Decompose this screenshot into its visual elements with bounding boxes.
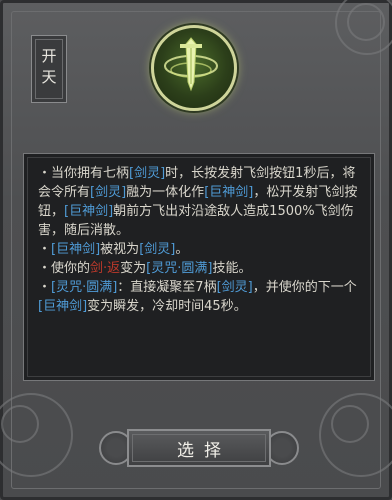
description-paragraph-2: ・[巨神剑]被视为[剑灵]。 — [38, 242, 189, 257]
keyword-sword-return: 剑·返 — [90, 261, 121, 276]
skill-description-box: ・当你拥有七柄[剑灵]时，长按发射飞剑按钮1秒后，将会令所有[剑灵]融为一体化作… — [23, 153, 375, 381]
description-paragraph-4: ・[灵咒·圆满]：直接凝聚至7柄[剑灵]，并使你的下一个[巨神剑]变为瞬发，冷却… — [38, 280, 357, 314]
keyword-spell-perfect: [灵咒·圆满] — [51, 280, 118, 295]
sword-emblem-icon — [151, 25, 237, 111]
description-paragraph-3: ・使你的剑·返变为[灵咒·圆满]技能。 — [38, 261, 252, 276]
description-paragraph-1: ・当你拥有七柄[剑灵]时，长按发射飞剑按钮1秒后，将会令所有[剑灵]融为一体化作… — [38, 166, 358, 238]
keyword-giant-sword: [巨神剑] — [64, 204, 114, 219]
select-button-label: 选择 — [177, 440, 231, 461]
keyword-sword-spirit: [剑灵] — [90, 185, 127, 200]
keyword-sword-spirit: [剑灵] — [129, 166, 166, 181]
keyword-sword-spirit: [剑灵] — [139, 242, 176, 257]
skill-title: 开天 — [39, 48, 58, 90]
keyword-giant-sword: [巨神剑] — [38, 299, 88, 314]
skill-title-tag: 开天 — [31, 35, 67, 103]
keyword-giant-sword: [巨神剑] — [204, 185, 254, 200]
keyword-spell-perfect: [灵咒·圆满] — [146, 261, 213, 276]
keyword-sword-spirit: [剑灵] — [216, 280, 253, 295]
select-button[interactable]: 选择 — [127, 429, 271, 467]
skill-card-panel: 开天 ・当你拥有七柄[剑灵]时，长按发射飞剑按钮1秒后，将会令所有[剑灵]融为一… — [0, 0, 392, 500]
keyword-giant-sword: [巨神剑] — [51, 242, 101, 257]
